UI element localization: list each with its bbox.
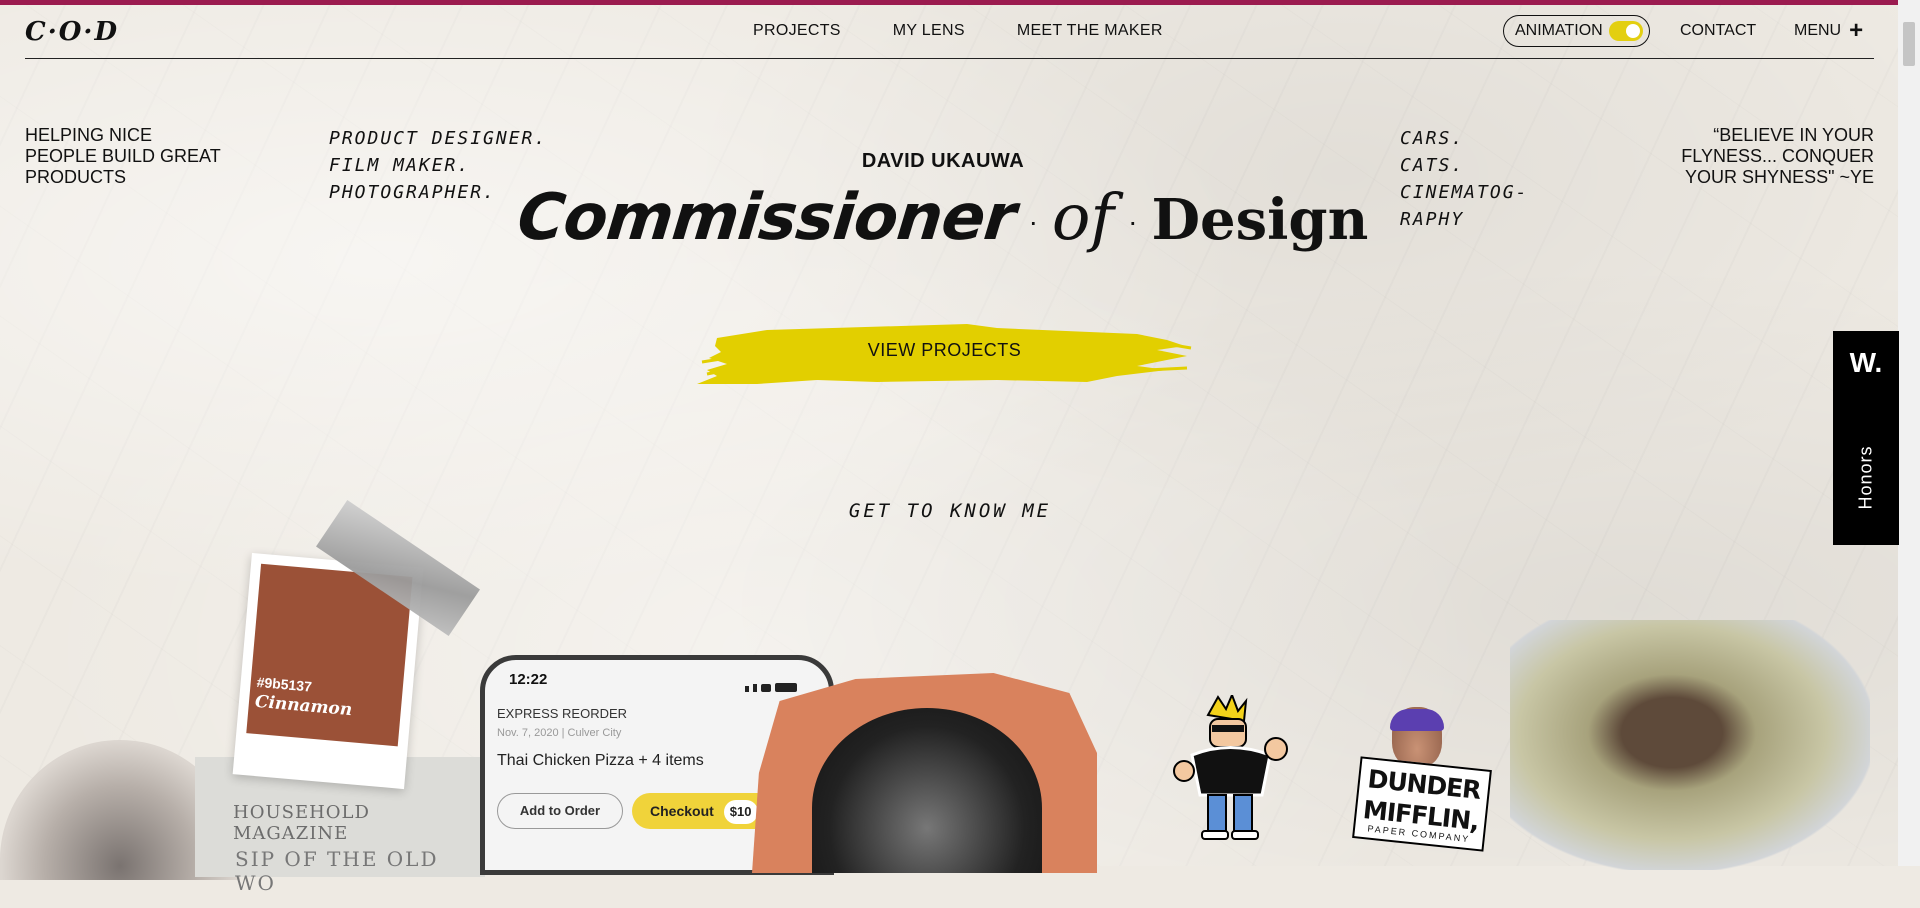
nav-meet-the-maker[interactable]: MEET THE MAKER (1017, 22, 1163, 40)
title-word-commissioner: Commissioner (513, 181, 1019, 255)
checkout-price: $10 (723, 800, 758, 824)
phone-date: Nov. 7, 2020 | Culver City (497, 727, 622, 739)
checkout-label: Checkout (650, 803, 714, 819)
nav-my-lens[interactable]: MY LENS (893, 22, 965, 40)
author-name: DAVID UKAUWA (861, 150, 1025, 172)
interest-line: CARS. CATS. (1400, 128, 1465, 176)
toggle-knob (1625, 24, 1640, 38)
honors-badge[interactable]: W. Honors (1833, 331, 1899, 545)
title-separator: · (1028, 206, 1038, 238)
scrollbar-thumb[interactable] (1903, 22, 1915, 66)
top-nav: C·O·D PROJECTS MY LENS MEET THE MAKER AN… (25, 5, 1874, 59)
phone-section: EXPRESS REORDER (497, 706, 628, 721)
phone-time: 12:22 (509, 671, 548, 688)
menu-button[interactable]: MENU + (1794, 17, 1864, 44)
portrait-cutout (1510, 620, 1870, 870)
hero-quote: “BELIEVE IN YOUR FLYNESS... CONQUER YOUR… (1681, 125, 1874, 187)
newspaper-headline: SIP OF THE OLD WO (235, 847, 439, 895)
awwwards-logo: W. (1849, 347, 1883, 378)
primary-nav: PROJECTS MY LENS MEET THE MAKER (753, 22, 1215, 40)
nav-projects[interactable]: PROJECTS (753, 22, 841, 40)
interest-line: RAPHY (1400, 209, 1465, 230)
sticker-bandana (1390, 709, 1444, 731)
animation-toggle[interactable]: ANIMATION (1503, 15, 1650, 47)
get-to-know-link[interactable]: GET TO KNOW ME (0, 500, 1900, 522)
title-word-of: of (1051, 181, 1115, 255)
portrait-face (812, 708, 1042, 873)
add-to-order-button: Add to Order (497, 793, 623, 829)
portrait-photo (752, 673, 1097, 873)
page-scrollbar[interactable] (1898, 0, 1920, 866)
tagline-line: HELPING NICE (25, 125, 153, 145)
role-item: PRODUCT DESIGNER. (329, 128, 548, 149)
title-separator: · (1128, 206, 1138, 238)
dunder-mifflin-sticker: DUNDER MIFFLIN, PAPER COMPANY (1350, 705, 1492, 855)
animation-label: ANIMATION (1515, 22, 1603, 39)
interest-line: CINEMATOG- (1400, 182, 1529, 203)
view-projects-button[interactable]: VIEW PROJECTS (697, 318, 1192, 388)
toggle-switch[interactable] (1608, 21, 1643, 41)
interests-list: CARS. CATS. CINEMATOG- RAPHY (1400, 125, 1540, 233)
nav-contact[interactable]: CONTACT (1680, 22, 1756, 40)
menu-label: MENU (1794, 22, 1842, 39)
site-logo[interactable]: C·O·D (25, 17, 119, 47)
cta-label: VIEW PROJECTS (867, 340, 1022, 360)
honors-label: Honors (1855, 445, 1876, 510)
title-word-design: Design (1151, 187, 1369, 253)
plus-icon: + (1849, 17, 1864, 44)
signal-icon (745, 674, 805, 692)
phone-item: Thai Chicken Pizza + 4 items (497, 752, 704, 769)
newspaper-masthead: HOUSEHOLD MAGAZINE (233, 802, 370, 844)
sticker-card: DUNDER MIFFLIN, PAPER COMPANY (1352, 756, 1492, 852)
cartoon-sticker (1173, 695, 1288, 840)
hero-title: Commissioner · of · Design (0, 180, 1886, 255)
